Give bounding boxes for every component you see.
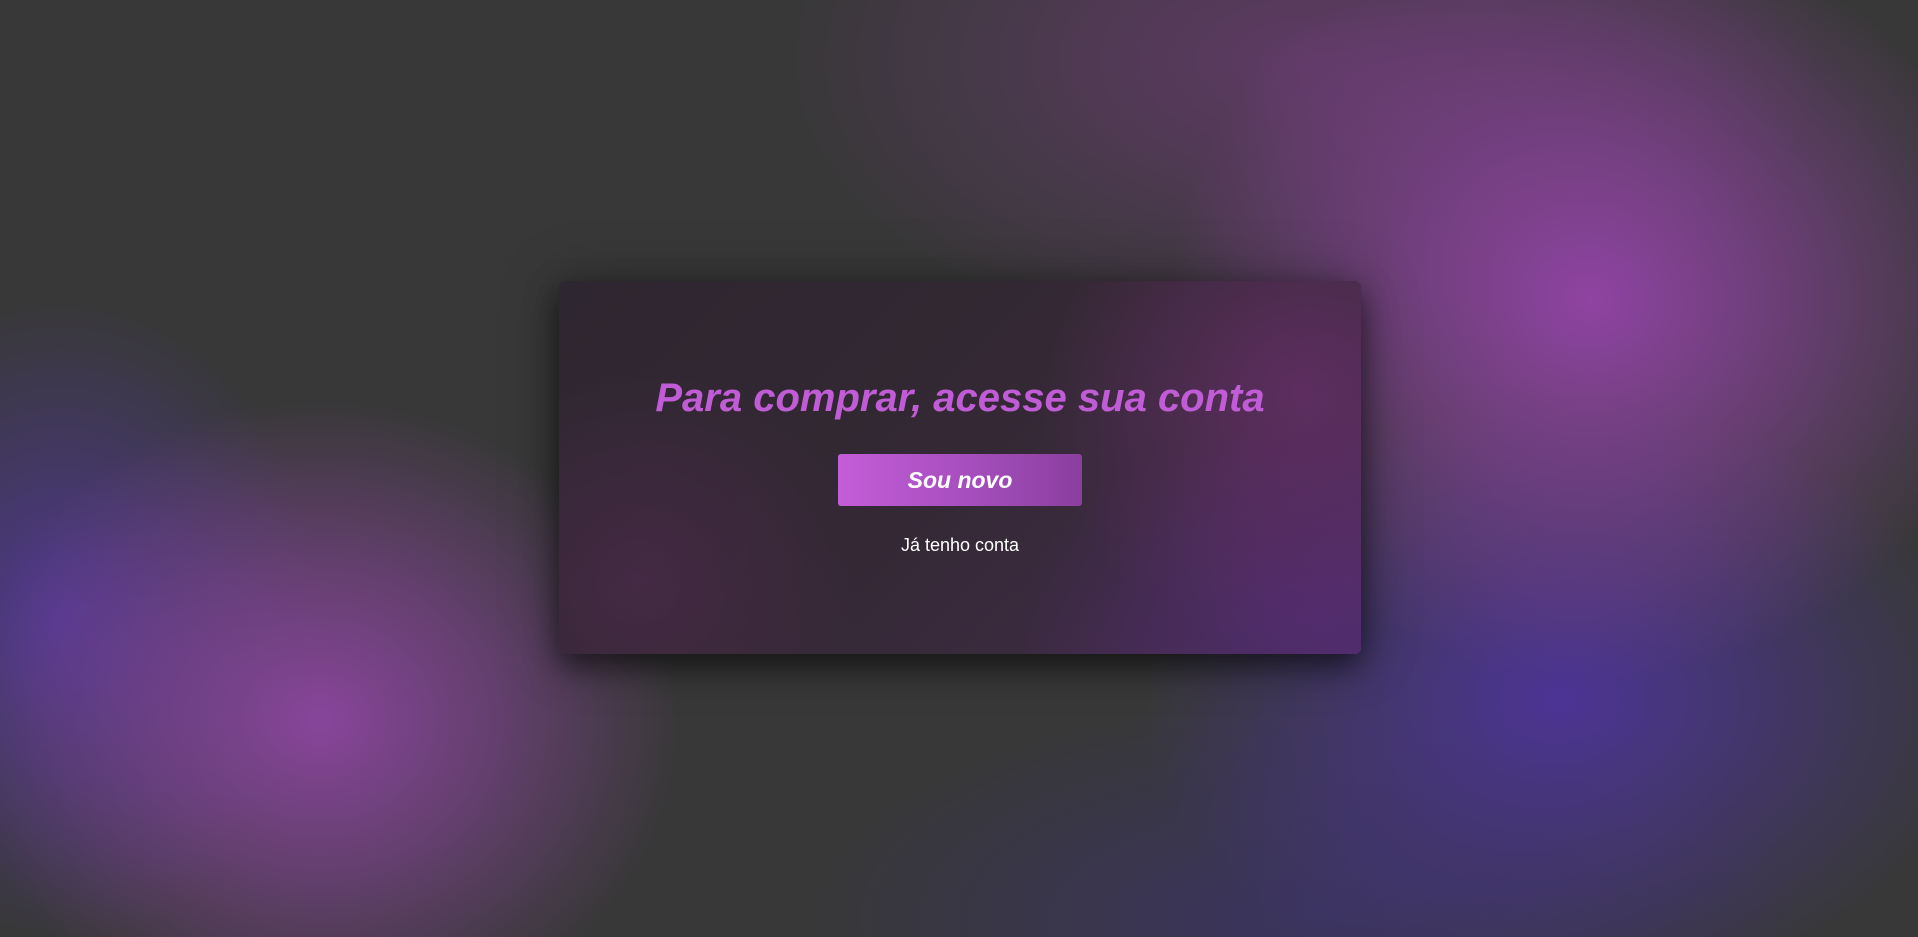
card-title: Para comprar, acesse sua conta [655,376,1265,420]
login-prompt-card: Para comprar, acesse sua conta Sou novo … [559,281,1361,654]
new-customer-button[interactable]: Sou novo [838,454,1082,506]
existing-account-link[interactable]: Já tenho conta [559,535,1361,556]
